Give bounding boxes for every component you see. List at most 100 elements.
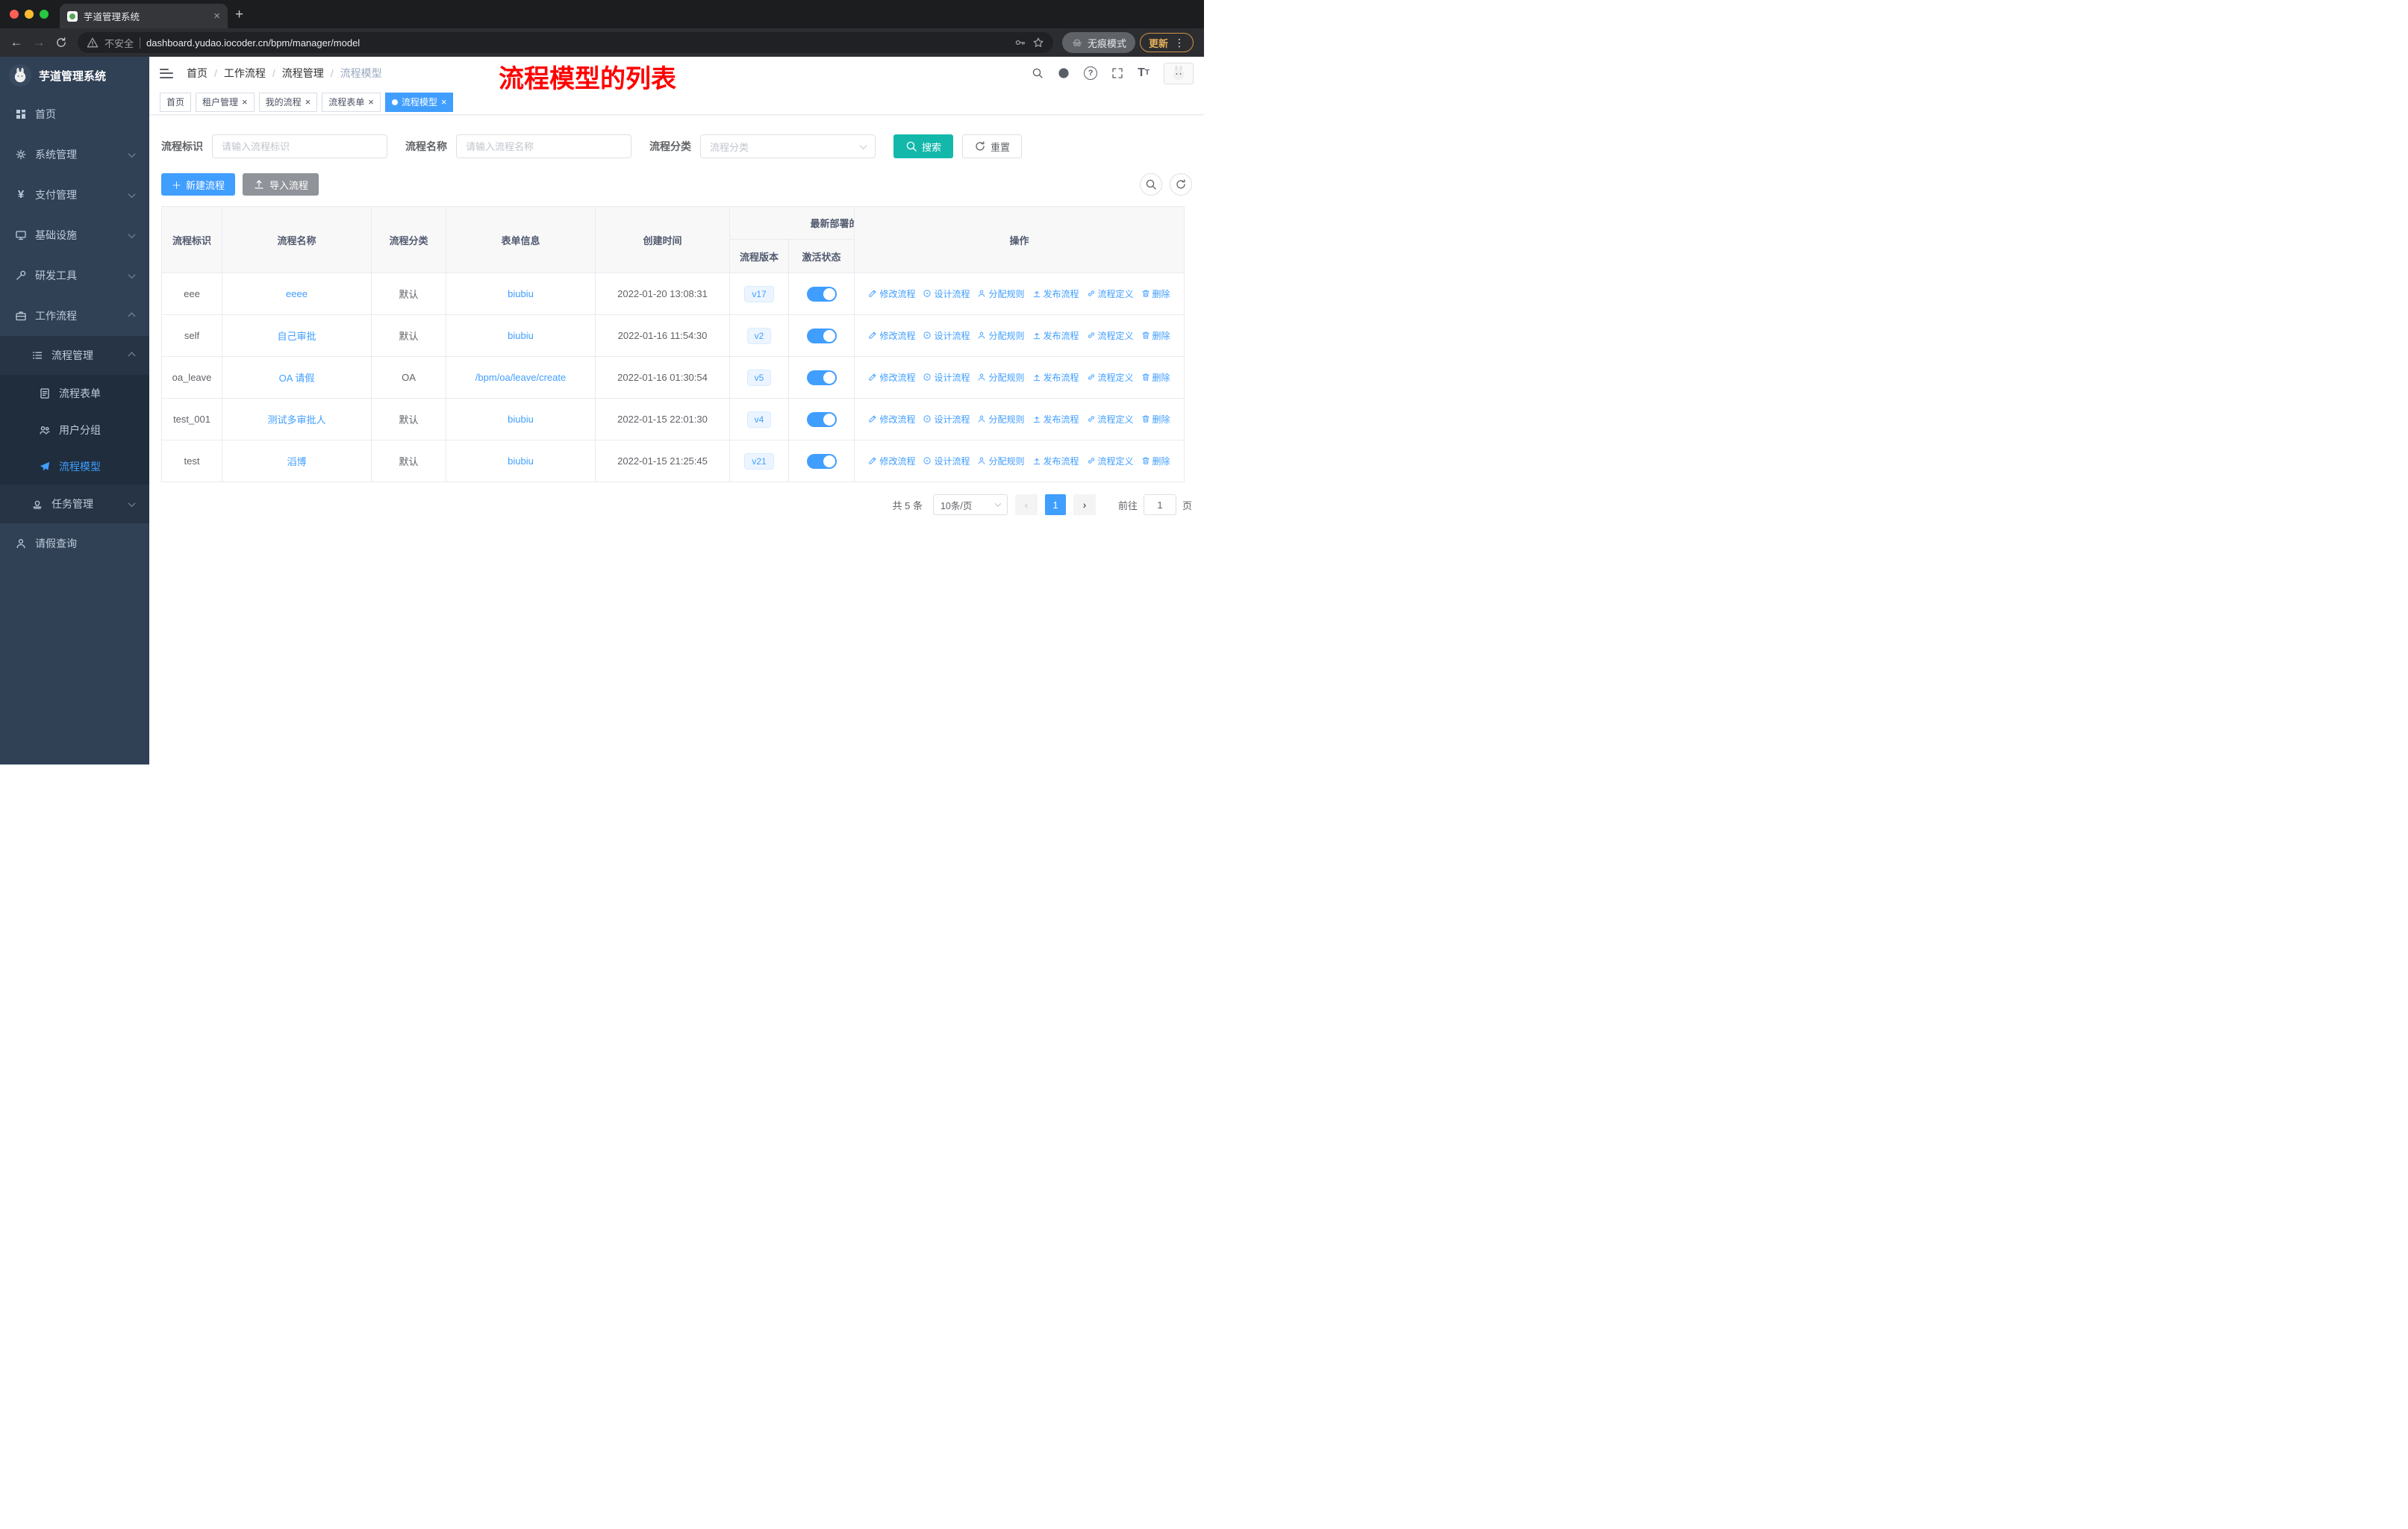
refresh-table-button[interactable] — [1170, 173, 1192, 196]
process-name-input[interactable] — [456, 134, 631, 158]
reload-button[interactable] — [51, 32, 72, 53]
row-action-edit[interactable]: 修改流程 — [868, 287, 915, 300]
breadcrumb-item[interactable]: 首页 — [187, 66, 208, 81]
row-action-assign[interactable]: 分配规则 — [977, 413, 1025, 426]
row-action-definition[interactable]: 流程定义 — [1087, 413, 1134, 426]
tag-close-icon[interactable]: × — [441, 97, 447, 107]
tag-3[interactable]: 流程表单 × — [322, 92, 381, 112]
row-action-edit[interactable]: 修改流程 — [868, 329, 915, 342]
form-link[interactable]: biubiu — [508, 330, 534, 341]
tag-1[interactable]: 租户管理 × — [196, 92, 255, 112]
fullscreen-icon[interactable] — [1111, 67, 1123, 79]
form-link[interactable]: /bpm/oa/leave/create — [475, 372, 566, 383]
row-action-assign[interactable]: 分配规则 — [977, 329, 1025, 342]
row-action-definition[interactable]: 流程定义 — [1087, 455, 1134, 467]
close-window-button[interactable] — [10, 10, 19, 19]
row-action-delete[interactable]: 删除 — [1141, 413, 1170, 426]
page-number-1[interactable]: 1 — [1044, 494, 1066, 515]
create-process-button[interactable]: ＋ 新建流程 — [161, 173, 236, 196]
browser-tab[interactable]: 芋道管理系统 × — [60, 4, 228, 28]
back-button[interactable]: ← — [6, 32, 27, 53]
active-toggle[interactable] — [806, 370, 837, 385]
row-action-delete[interactable]: 删除 — [1141, 371, 1170, 384]
next-page-button[interactable]: › — [1073, 494, 1096, 515]
forward-button[interactable]: → — [28, 32, 49, 53]
sidebar-item-5[interactable]: 工作流程 — [0, 296, 149, 336]
row-action-design[interactable]: 设计流程 — [923, 287, 970, 300]
row-action-edit[interactable]: 修改流程 — [868, 371, 915, 384]
tag-4[interactable]: 流程模型 × — [384, 92, 454, 112]
version-badge[interactable]: v2 — [746, 327, 772, 344]
row-action-design[interactable]: 设计流程 — [923, 413, 970, 426]
active-toggle[interactable] — [806, 411, 837, 427]
github-icon[interactable] — [1058, 67, 1070, 79]
row-action-publish[interactable]: 发布流程 — [1032, 371, 1079, 384]
tag-close-icon[interactable]: × — [242, 97, 248, 107]
minimize-window-button[interactable] — [25, 10, 34, 19]
collapse-sidebar-icon[interactable] — [160, 68, 173, 78]
version-badge[interactable]: v17 — [744, 285, 774, 302]
tag-0[interactable]: 首页 — [160, 92, 192, 112]
row-action-publish[interactable]: 发布流程 — [1032, 287, 1079, 300]
user-avatar[interactable] — [1164, 62, 1194, 84]
active-toggle[interactable] — [806, 286, 837, 302]
process-name-link[interactable]: OA 请假 — [279, 373, 315, 384]
version-badge[interactable]: v5 — [746, 369, 772, 386]
active-toggle[interactable] — [806, 328, 837, 343]
search-button[interactable]: 搜索 — [893, 134, 954, 158]
active-toggle[interactable] — [806, 453, 837, 469]
process-name-link[interactable]: 自己审批 — [277, 331, 316, 342]
zoom-window-button[interactable] — [40, 10, 49, 19]
sidebar-item-3[interactable]: 基础设施 — [0, 215, 149, 255]
row-action-definition[interactable]: 流程定义 — [1087, 329, 1134, 342]
row-action-design[interactable]: 设计流程 — [923, 371, 970, 384]
sidebar-item-9[interactable]: 流程模型 — [0, 448, 149, 485]
process-name-link[interactable]: 测试多审批人 — [267, 414, 325, 426]
sidebar-item-4[interactable]: 研发工具 — [0, 255, 149, 296]
form-link[interactable]: biubiu — [508, 288, 534, 299]
process-key-input[interactable] — [212, 134, 387, 158]
row-action-assign[interactable]: 分配规则 — [977, 455, 1025, 467]
process-name-link[interactable]: 滔博 — [287, 456, 306, 467]
sidebar-item-1[interactable]: 系统管理 — [0, 134, 149, 175]
sidebar-item-0[interactable]: 首页 — [0, 94, 149, 134]
version-badge[interactable]: v21 — [744, 452, 774, 470]
toggle-search-button[interactable] — [1140, 173, 1162, 196]
page-size-select[interactable]: 10条/页 — [932, 494, 1008, 515]
row-action-definition[interactable]: 流程定义 — [1087, 287, 1134, 300]
row-action-design[interactable]: 设计流程 — [923, 329, 970, 342]
password-key-icon[interactable] — [1014, 37, 1026, 49]
form-link[interactable]: biubiu — [508, 414, 534, 425]
sidebar-item-10[interactable]: 任务管理 — [0, 485, 149, 523]
browser-menu-icon[interactable]: ⋮ — [1174, 37, 1185, 49]
chrome-update-button[interactable]: 更新 ⋮ — [1139, 33, 1194, 52]
row-action-delete[interactable]: 删除 — [1141, 455, 1170, 467]
tab-close-icon[interactable]: × — [213, 10, 220, 22]
import-process-button[interactable]: 导入流程 — [243, 173, 319, 196]
row-action-publish[interactable]: 发布流程 — [1032, 329, 1079, 342]
form-link[interactable]: biubiu — [508, 455, 534, 467]
help-icon[interactable]: ? — [1084, 66, 1098, 80]
breadcrumb-item[interactable]: 流程管理 — [282, 66, 324, 81]
row-action-edit[interactable]: 修改流程 — [868, 413, 915, 426]
row-action-publish[interactable]: 发布流程 — [1032, 455, 1079, 467]
tag-close-icon[interactable]: × — [368, 97, 374, 107]
reset-button[interactable]: 重置 — [962, 134, 1023, 158]
sidebar-logo[interactable]: 芋道管理系统 — [0, 57, 149, 94]
category-select[interactable]: 流程分类 — [700, 134, 876, 158]
version-badge[interactable]: v4 — [746, 411, 772, 428]
sidebar-item-11[interactable]: 请假查询 — [0, 523, 149, 564]
security-label[interactable]: 不安全 — [105, 36, 134, 50]
address-bar[interactable]: 不安全 dashboard.yudao.iocoder.cn/bpm/manag… — [78, 32, 1053, 53]
breadcrumb-item[interactable]: 工作流程 — [224, 66, 266, 81]
fontsize-icon[interactable]: TT — [1138, 67, 1150, 79]
sidebar-item-8[interactable]: 用户分组 — [0, 411, 149, 448]
bookmark-star-icon[interactable] — [1032, 37, 1044, 49]
process-name-link[interactable]: eeee — [286, 288, 308, 299]
row-action-design[interactable]: 设计流程 — [923, 455, 970, 467]
new-tab-button[interactable]: + — [235, 7, 243, 23]
row-action-edit[interactable]: 修改流程 — [868, 455, 915, 467]
row-action-delete[interactable]: 删除 — [1141, 287, 1170, 300]
sidebar-item-2[interactable]: ¥ 支付管理 — [0, 175, 149, 215]
row-action-definition[interactable]: 流程定义 — [1087, 371, 1134, 384]
